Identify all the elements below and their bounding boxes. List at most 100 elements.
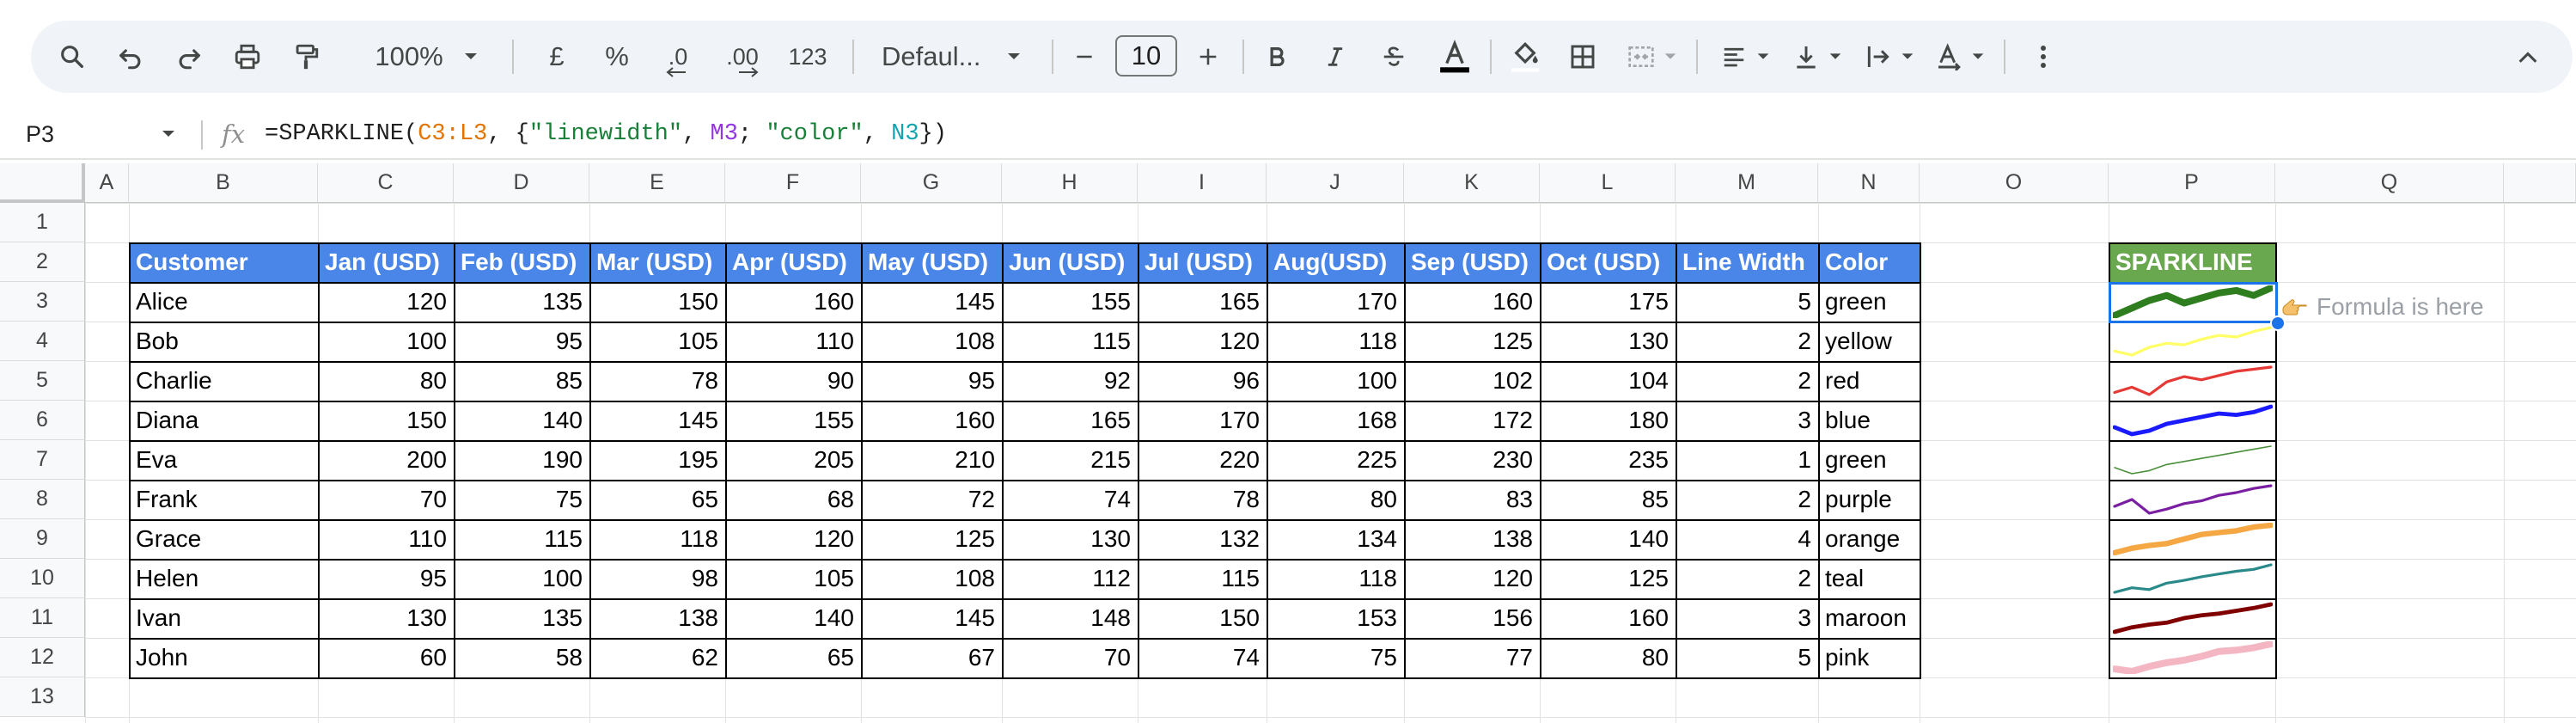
collapse-toolbar-icon[interactable] <box>2509 21 2547 93</box>
value-cell[interactable]: 160 <box>1540 598 1676 638</box>
value-cell[interactable]: 77 <box>1404 638 1540 677</box>
font-family-select[interactable]: Defaul... <box>882 21 993 93</box>
customer-name-cell[interactable]: Diana <box>129 401 318 440</box>
value-cell[interactable]: 74 <box>1138 638 1267 677</box>
horizontal-align-icon[interactable] <box>1715 21 1753 93</box>
rotation-dropdown-icon[interactable] <box>1969 21 1987 93</box>
value-cell[interactable]: 235 <box>1540 440 1676 480</box>
value-cell[interactable]: 92 <box>1002 361 1138 401</box>
value-cell[interactable]: 85 <box>1540 480 1676 519</box>
zoom-dropdown-icon[interactable] <box>461 21 481 93</box>
column-header-n[interactable]: N <box>1818 163 1920 203</box>
value-cell[interactable]: 190 <box>454 440 589 480</box>
column-header-b[interactable]: B <box>129 163 318 203</box>
font-size-input[interactable]: 10 <box>1115 35 1177 77</box>
row-header-2[interactable]: 2 <box>0 242 85 282</box>
value-cell[interactable]: 115 <box>1002 322 1138 361</box>
value-cell[interactable]: 80 <box>318 361 454 401</box>
value-cell[interactable]: 125 <box>1404 322 1540 361</box>
value-cell[interactable]: 3 <box>1676 598 1818 638</box>
value-cell[interactable]: 72 <box>861 480 1002 519</box>
value-cell[interactable]: 96 <box>1138 361 1267 401</box>
value-cell[interactable]: 65 <box>589 480 725 519</box>
fill-color-icon[interactable] <box>1504 21 1547 93</box>
table-header-cell[interactable]: Feb (USD) <box>454 242 589 282</box>
value-cell[interactable]: 195 <box>589 440 725 480</box>
value-cell[interactable]: 220 <box>1138 440 1267 480</box>
redo-icon[interactable] <box>170 21 208 93</box>
valign-dropdown-icon[interactable] <box>1827 21 1844 93</box>
value-cell[interactable]: 104 <box>1540 361 1676 401</box>
value-cell[interactable]: 130 <box>318 598 454 638</box>
increase-font-size-icon[interactable] <box>1191 21 1225 93</box>
value-cell[interactable]: 3 <box>1676 401 1818 440</box>
customer-name-cell[interactable]: Alice <box>129 282 318 322</box>
value-cell[interactable]: 215 <box>1002 440 1138 480</box>
value-cell[interactable]: 205 <box>725 440 861 480</box>
column-header-g[interactable]: G <box>861 163 1002 203</box>
borders-icon[interactable] <box>1564 21 1602 93</box>
value-cell[interactable]: 118 <box>1267 559 1404 598</box>
formula-input[interactable]: =SPARKLINE(C3:L3, {"linewidth", M3; "col… <box>265 110 947 158</box>
value-cell[interactable]: 120 <box>1138 322 1267 361</box>
table-header-cell[interactable]: Apr (USD) <box>725 242 861 282</box>
row-header-8[interactable]: 8 <box>0 480 85 519</box>
value-cell[interactable]: 95 <box>861 361 1002 401</box>
value-cell[interactable]: 75 <box>1267 638 1404 677</box>
value-cell[interactable]: 160 <box>861 401 1002 440</box>
row-header-12[interactable]: 12 <box>0 638 85 677</box>
value-cell[interactable]: 140 <box>1540 519 1676 559</box>
paint-format-icon[interactable] <box>287 21 325 93</box>
value-cell[interactable]: 118 <box>1267 322 1404 361</box>
value-cell[interactable]: 90 <box>725 361 861 401</box>
value-cell[interactable]: 225 <box>1267 440 1404 480</box>
table-header-cell[interactable]: Jun (USD) <box>1002 242 1138 282</box>
column-header-j[interactable]: J <box>1267 163 1404 203</box>
color-cell[interactable]: blue <box>1818 401 1920 440</box>
value-cell[interactable]: 80 <box>1540 638 1676 677</box>
value-cell[interactable]: 140 <box>725 598 861 638</box>
customer-name-cell[interactable]: Grace <box>129 519 318 559</box>
value-cell[interactable]: 134 <box>1267 519 1404 559</box>
value-cell[interactable]: 74 <box>1002 480 1138 519</box>
print-icon[interactable] <box>229 21 266 93</box>
value-cell[interactable]: 78 <box>1138 480 1267 519</box>
value-cell[interactable]: 125 <box>1540 559 1676 598</box>
wrap-dropdown-icon[interactable] <box>1899 21 1916 93</box>
name-box-dropdown-icon[interactable] <box>160 129 177 139</box>
value-cell[interactable]: 125 <box>861 519 1002 559</box>
undo-icon[interactable] <box>112 21 150 93</box>
color-cell[interactable]: green <box>1818 282 1920 322</box>
customer-name-cell[interactable]: Bob <box>129 322 318 361</box>
value-cell[interactable]: 100 <box>454 559 589 598</box>
column-header-q[interactable]: Q <box>2275 163 2504 203</box>
customer-name-cell[interactable]: Ivan <box>129 598 318 638</box>
table-header-cell[interactable]: Aug(USD) <box>1267 242 1404 282</box>
value-cell[interactable]: 115 <box>454 519 589 559</box>
row-header-1[interactable]: 1 <box>0 203 85 242</box>
value-cell[interactable]: 150 <box>589 282 725 322</box>
value-cell[interactable]: 170 <box>1138 401 1267 440</box>
value-cell[interactable]: 165 <box>1138 282 1267 322</box>
value-cell[interactable]: 155 <box>1002 282 1138 322</box>
column-header-m[interactable]: M <box>1676 163 1818 203</box>
value-cell[interactable]: 120 <box>1404 559 1540 598</box>
column-header-d[interactable]: D <box>454 163 589 203</box>
row-header-5[interactable]: 5 <box>0 361 85 401</box>
column-header-k[interactable]: K <box>1404 163 1540 203</box>
value-cell[interactable]: 156 <box>1404 598 1540 638</box>
name-box[interactable]: P3 <box>26 110 54 158</box>
value-cell[interactable]: 95 <box>318 559 454 598</box>
value-cell[interactable]: 2 <box>1676 322 1818 361</box>
value-cell[interactable]: 80 <box>1267 480 1404 519</box>
value-cell[interactable]: 65 <box>725 638 861 677</box>
value-cell[interactable]: 108 <box>861 559 1002 598</box>
value-cell[interactable]: 210 <box>861 440 1002 480</box>
decrease-font-size-icon[interactable] <box>1067 21 1102 93</box>
table-header-cell[interactable]: May (USD) <box>861 242 1002 282</box>
column-header-p[interactable]: P <box>2109 163 2275 203</box>
value-cell[interactable]: 120 <box>725 519 861 559</box>
value-cell[interactable]: 105 <box>589 322 725 361</box>
text-rotation-icon[interactable] <box>1930 21 1968 93</box>
customer-name-cell[interactable]: Charlie <box>129 361 318 401</box>
